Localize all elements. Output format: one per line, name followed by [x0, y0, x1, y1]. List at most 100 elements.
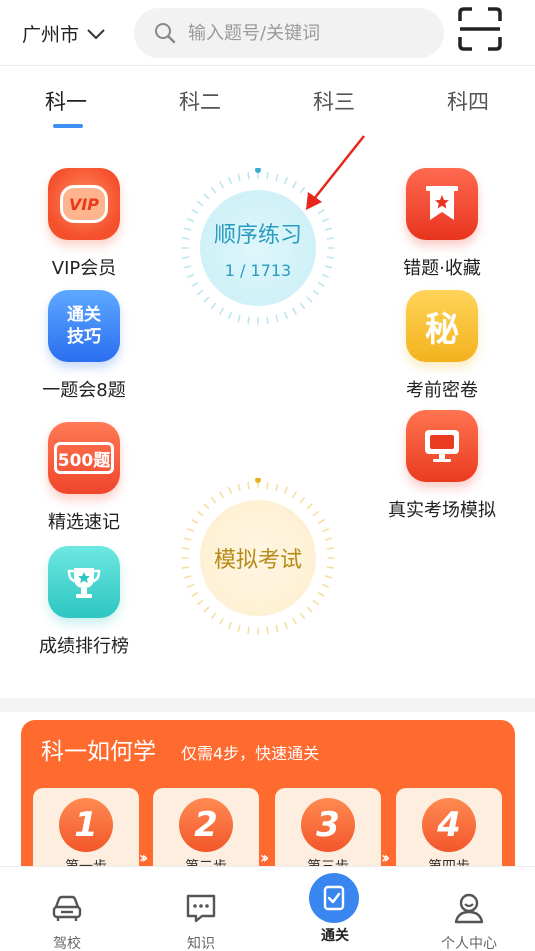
feature-secret-paper[interactable]: 秘 考前密卷	[372, 290, 512, 402]
top-header: 广州市	[0, 0, 535, 66]
ring-tick	[219, 181, 224, 189]
feature-vip[interactable]: VIP VIP会员	[14, 168, 154, 280]
subject-tabs: 科一 科二 科三 科四	[0, 80, 535, 130]
ring-tick	[283, 311, 288, 320]
ring-tick	[299, 612, 306, 620]
ring-tick	[228, 311, 233, 320]
ring-tick	[181, 256, 190, 259]
tips-badge-line1: 通关	[67, 305, 101, 325]
ring-tick	[299, 302, 306, 310]
ring-tick	[317, 592, 325, 597]
tab-ke4[interactable]: 科四	[447, 86, 489, 116]
ring-tick	[324, 575, 333, 579]
feature-tips[interactable]: 通关 技巧 一题会8题	[14, 290, 154, 402]
nav-label: 通关	[321, 928, 349, 944]
active-tab-indicator	[53, 124, 83, 128]
study-guide-card[interactable]: 科一如何学 仅需4步，快速通关 1 第一步 ›› 2 第二步 ›› 3 第三步 …	[21, 720, 515, 880]
nav-knowledge[interactable]: 知识	[151, 867, 251, 951]
ring-tick	[312, 289, 320, 296]
step-number: 3	[301, 798, 355, 852]
practice-progress: 1 / 1713	[224, 260, 292, 280]
city-selector[interactable]: 广州市	[22, 20, 105, 47]
scan-icon[interactable]	[458, 7, 502, 51]
feature-label: 一题会8题	[42, 380, 126, 401]
step-number: 2	[179, 798, 233, 852]
chevron-right-icon: ››	[139, 848, 148, 867]
nav-profile[interactable]: 个人中心	[419, 867, 519, 951]
section-divider	[0, 698, 535, 712]
chevron-down-icon	[87, 28, 105, 39]
feature-label: 错题·收藏	[403, 258, 481, 279]
ring-tick	[317, 519, 325, 524]
feature-ranking[interactable]: 成绩排行榜	[14, 546, 154, 658]
ring-tick	[321, 583, 330, 588]
study-title: 科一如何学	[41, 739, 156, 765]
nav-label: 驾校	[53, 936, 81, 951]
ring-tick	[228, 486, 233, 495]
feature-wrong-fav[interactable]: 错题·收藏	[372, 168, 512, 280]
ring-tick	[183, 537, 192, 541]
pass-check-glyph	[323, 885, 345, 911]
ring-tick	[186, 583, 195, 588]
ring-tick	[191, 282, 199, 287]
ring-tick	[186, 528, 195, 533]
feature-real-exam-sim[interactable]: 真实考场模拟	[372, 410, 512, 522]
tips-badge-line2: 技巧	[67, 327, 101, 347]
ring-tick	[219, 491, 224, 499]
ring-tick	[181, 566, 190, 569]
ring-tick	[312, 599, 320, 606]
nav-pass[interactable]: 通关	[285, 867, 385, 951]
monitor-glyph	[425, 430, 459, 462]
ring-start-dot	[255, 168, 261, 173]
ring-tick	[181, 237, 190, 240]
feature-label: 真实考场模拟	[388, 500, 496, 521]
ring-tick	[203, 503, 210, 510]
ring-tick	[219, 617, 224, 625]
bottom-nav: 驾校 知识 通关 个人中心	[0, 866, 535, 951]
ring-tick	[210, 186, 217, 194]
feature-label: 考前密卷	[406, 380, 478, 401]
pass-check-icon	[309, 873, 359, 923]
ring-tick	[324, 265, 333, 269]
search-input[interactable]	[188, 22, 428, 44]
ring-tick	[299, 496, 306, 504]
tab-ke3[interactable]: 科三	[313, 86, 355, 116]
ring-tick	[219, 307, 224, 315]
ring-tick	[283, 621, 288, 630]
pointer-arrow-icon	[306, 135, 365, 210]
car-icon	[52, 895, 82, 921]
ring-tick	[228, 621, 233, 630]
ring-tick	[186, 273, 195, 278]
step-number: 4	[422, 798, 476, 852]
chevron-right-icon: ››	[381, 848, 390, 867]
ring-tick	[292, 491, 297, 499]
feature-label: 成绩排行榜	[39, 636, 129, 657]
ring-tick	[266, 316, 269, 325]
ring-tick	[196, 510, 204, 517]
tab-ke2[interactable]: 科二	[179, 86, 221, 116]
ring-tick	[326, 237, 335, 240]
ring-tick	[191, 519, 199, 524]
ring-tick	[292, 617, 297, 625]
monitor-icon	[406, 410, 478, 482]
mock-exam-button[interactable]: 模拟考试	[178, 478, 338, 638]
ring-tick	[210, 496, 217, 504]
ring-tick	[266, 171, 269, 180]
search-bar[interactable]	[134, 8, 444, 58]
feature-quick-memo[interactable]: 500题 精选速记	[14, 422, 154, 534]
ring-tick	[247, 626, 250, 635]
ring-tick	[237, 483, 241, 492]
ring-tick	[210, 302, 217, 310]
ring-tick	[275, 173, 279, 182]
ring-tick	[247, 316, 250, 325]
ring-tick	[324, 227, 333, 231]
trophy-glyph	[67, 568, 101, 598]
ring-tick	[326, 547, 335, 550]
nav-driving-school[interactable]: 驾校	[17, 867, 117, 951]
ring-tick	[196, 200, 204, 207]
ring-tick	[324, 537, 333, 541]
tab-ke1[interactable]: 科一	[45, 86, 87, 116]
ring-tick	[283, 486, 288, 495]
ring-tick	[186, 218, 195, 223]
search-icon	[155, 23, 176, 44]
